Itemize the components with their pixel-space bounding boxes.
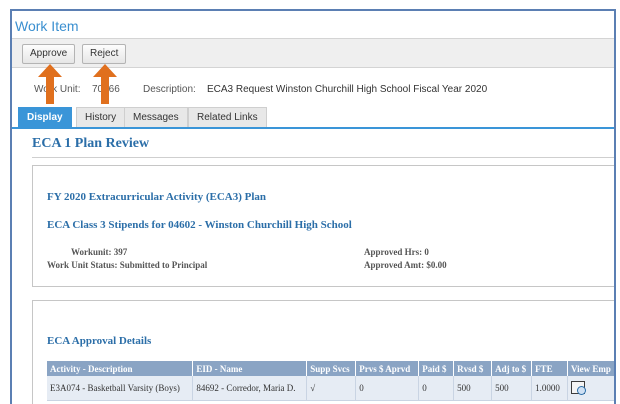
approval-details-panel: ECA Approval Details Activity - Descript…	[32, 300, 614, 404]
plan-summary-panel: FY 2020 Extracurricular Activity (ECA3) …	[32, 165, 614, 287]
column-header[interactable]: View Emp	[567, 361, 614, 376]
approve-button[interactable]: Approve	[22, 44, 76, 64]
column-header[interactable]: FTE	[531, 361, 569, 376]
tab-messages[interactable]: Messages	[124, 107, 188, 127]
prvs-aprvd-cell: 0	[355, 376, 420, 401]
description-label: Description:	[143, 84, 196, 95]
approved-amt-field: Approved Amt: $0.00	[364, 260, 447, 270]
approved-hrs-field: Approved Hrs: 0	[364, 247, 429, 257]
approved-hrs-value: 0	[424, 247, 429, 257]
column-header[interactable]: EID - Name	[192, 361, 308, 376]
view-employee-icon[interactable]	[571, 381, 587, 396]
fte-cell: 1.0000	[531, 376, 569, 401]
adj-cell: 500	[491, 376, 533, 401]
employee-cell: 84692 - Corredor, Maria D.	[192, 376, 308, 401]
view-emp-cell	[567, 376, 614, 401]
table-row: E3A074 - Basketball Varsity (Boys) 84692…	[47, 376, 614, 401]
approve-pointer-arrow-icon	[38, 64, 62, 104]
column-header[interactable]: Adj to $	[491, 361, 533, 376]
approval-table: Activity - Description EID - Name Supp S…	[47, 361, 614, 401]
table-header-row: Activity - Description EID - Name Supp S…	[47, 361, 614, 376]
workunit-label: Workunit:	[71, 247, 112, 257]
supp-svcs-cell: √	[306, 376, 357, 401]
class-title: ECA Class 3 Stipends for 04602 - Winston…	[47, 219, 352, 231]
rvsd-cell: 500	[453, 376, 493, 401]
title-divider	[32, 157, 614, 158]
reject-button[interactable]: Reject	[82, 44, 127, 64]
column-header[interactable]: Paid $	[418, 361, 455, 376]
plan-title: FY 2020 Extracurricular Activity (ECA3) …	[47, 191, 267, 203]
tab-history[interactable]: History	[76, 107, 126, 127]
column-header[interactable]: Rvsd $	[453, 361, 493, 376]
column-header[interactable]: Prvs $ Aprvd	[355, 361, 420, 376]
tab-related-links[interactable]: Related Links	[188, 107, 267, 127]
work-item-window: Work Item Approve Reject Work Unit: 7046…	[10, 9, 616, 404]
approved-amt-value: $0.00	[426, 260, 447, 270]
approved-amt-label: Approved Amt:	[364, 260, 425, 270]
status-value: Submitted to Principal	[119, 260, 208, 270]
column-header[interactable]: Supp Svcs	[306, 361, 357, 376]
workunit-value: 397	[113, 247, 128, 257]
tab-display[interactable]: Display	[18, 107, 72, 127]
approved-hrs-label: Approved Hrs:	[364, 247, 423, 257]
window-title: Work Item	[15, 18, 79, 34]
workunit-field: Workunit: 397	[71, 247, 127, 257]
reject-pointer-arrow-icon	[93, 64, 117, 104]
status-field: Work Unit Status: Submitted to Principal	[47, 260, 207, 270]
approval-title: ECA Approval Details	[47, 335, 152, 347]
tab-underline	[12, 127, 614, 129]
page-title: ECA 1 Plan Review	[32, 136, 150, 151]
activity-cell: E3A074 - Basketball Varsity (Boys)	[47, 376, 194, 401]
column-header[interactable]: Activity - Description	[47, 361, 194, 376]
description-value: ECA3 Request Winston Churchill High Scho…	[207, 84, 488, 95]
status-label: Work Unit Status:	[47, 260, 118, 270]
paid-cell: 0	[418, 376, 455, 401]
